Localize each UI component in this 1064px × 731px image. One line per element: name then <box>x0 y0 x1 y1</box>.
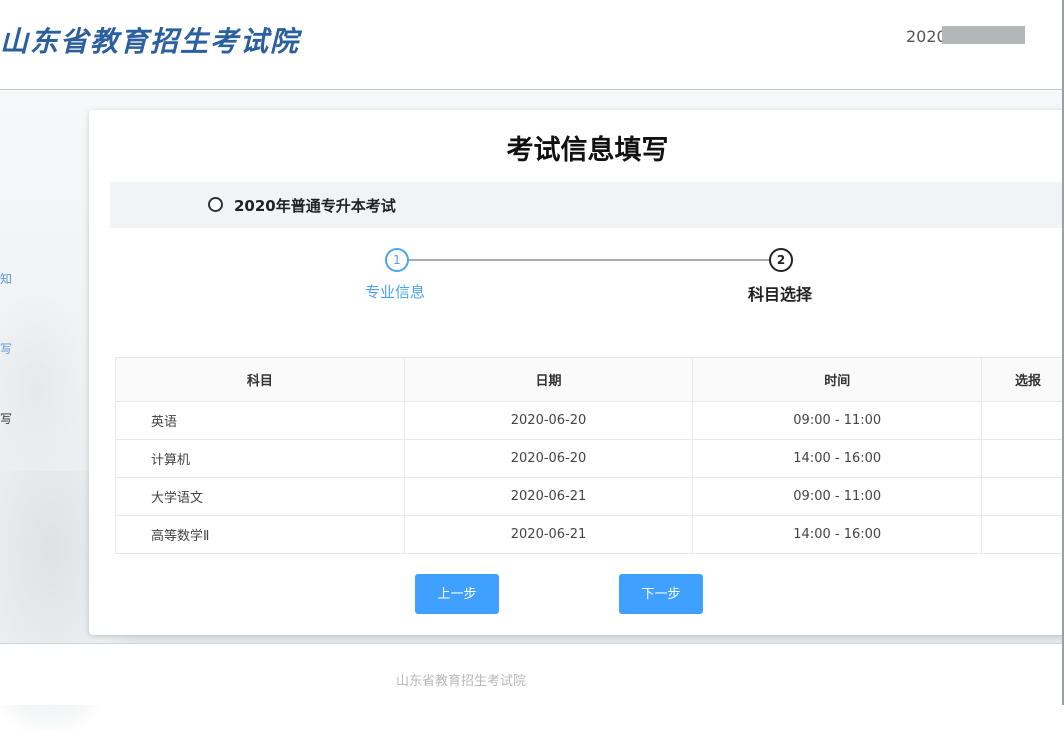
table-row: 大学语文 2020-06-21 09:00 - 11:00 <box>116 478 1064 516</box>
cell-time: 14:00 - 16:00 <box>693 440 982 478</box>
step-connector-line <box>409 259 769 261</box>
site-logo[interactable]: 山东省教育招生考试院 <box>0 20 300 60</box>
cell-select[interactable] <box>982 402 1064 440</box>
cell-date: 2020-06-20 <box>404 440 693 478</box>
page-header: 山东省教育招生考试院 2020 <box>0 0 1064 90</box>
column-header-date: 日期 <box>404 358 693 402</box>
sidebar-item-exam-fill[interactable]: 写 <box>0 410 12 427</box>
cell-time: 14:00 - 16:00 <box>693 516 982 554</box>
cell-select[interactable] <box>982 516 1064 554</box>
background-mountain <box>0 291 90 491</box>
exam-option-label: 2020年普通专升本考试 <box>234 195 396 216</box>
cell-subject: 英语 <box>116 402 405 440</box>
column-header-select: 选报 <box>982 358 1064 402</box>
column-header-time: 时间 <box>693 358 982 402</box>
sidebar-item-info-fill[interactable]: 写 <box>0 340 12 357</box>
step-1-label: 专业信息 <box>365 281 425 302</box>
cell-date: 2020-06-21 <box>404 516 693 554</box>
cell-time: 09:00 - 11:00 <box>693 478 982 516</box>
page-title: 考试信息填写 <box>89 128 1064 167</box>
cell-subject: 高等数学Ⅱ <box>116 516 405 554</box>
cell-subject: 计算机 <box>116 440 405 478</box>
step-2-label: 科目选择 <box>748 281 812 305</box>
table-row: 高等数学Ⅱ 2020-06-21 14:00 - 16:00 <box>116 516 1064 554</box>
cell-time: 09:00 - 11:00 <box>693 402 982 440</box>
cell-date: 2020-06-21 <box>404 478 693 516</box>
sidebar-item-notice[interactable]: 知 <box>0 270 12 287</box>
cell-select[interactable] <box>982 478 1064 516</box>
table-row: 英语 2020-06-20 09:00 - 11:00 <box>116 402 1064 440</box>
cell-date: 2020-06-20 <box>404 402 693 440</box>
cell-subject: 大学语文 <box>116 478 405 516</box>
page-footer: 山东省教育招生考试院 <box>0 643 1064 705</box>
footer-copyright: 山东省教育招生考试院 <box>396 670 526 689</box>
exam-option-bar[interactable]: 2020年普通专升本考试 <box>110 182 1064 228</box>
exam-info-card: 考试信息填写 2020年普通专升本考试 1 专业信息 2 科目选择 科目 日期 … <box>89 110 1064 635</box>
table-header-row: 科目 日期 时间 选报 <box>116 358 1064 402</box>
user-id-label: 2020 <box>906 27 947 46</box>
step-2-indicator: 2 <box>769 248 793 272</box>
table-row: 计算机 2020-06-20 14:00 - 16:00 <box>116 440 1064 478</box>
column-header-subject: 科目 <box>116 358 405 402</box>
prev-step-button[interactable]: 上一步 <box>415 574 499 614</box>
cell-select[interactable] <box>982 440 1064 478</box>
subject-table: 科目 日期 时间 选报 英语 2020-06-20 09:00 - 11:00 … <box>115 357 1064 554</box>
step-1-indicator: 1 <box>385 248 409 272</box>
next-step-button[interactable]: 下一步 <box>619 574 703 614</box>
user-id-redaction <box>942 26 1025 44</box>
exam-radio-button[interactable] <box>208 197 223 212</box>
